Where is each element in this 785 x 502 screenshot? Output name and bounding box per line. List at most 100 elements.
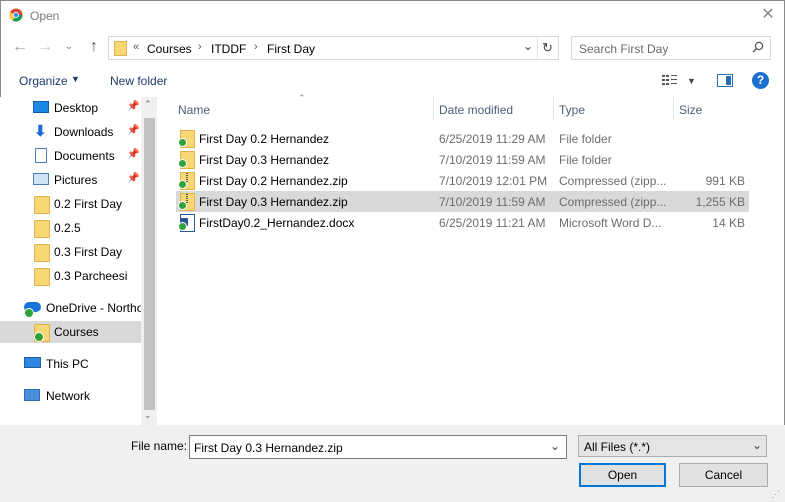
chrome-icon (9, 8, 23, 22)
close-icon[interactable]: ✕ (757, 4, 779, 26)
search-input[interactable]: Search First Day (579, 42, 668, 56)
column-header-date[interactable]: Date modified (439, 103, 513, 117)
view-chevron-icon[interactable]: ▼ (687, 76, 696, 86)
resize-grip-icon[interactable]: ⋰ (771, 489, 780, 500)
file-list: First Day 0.2 Hernandez 6/25/2019 11:29 … (176, 128, 749, 238)
column-divider[interactable] (673, 97, 674, 121)
nav-item-label: 0.3 First Day (54, 245, 123, 259)
column-divider[interactable] (433, 97, 434, 121)
network-icon (24, 389, 40, 401)
folder-icon (34, 196, 50, 214)
help-icon[interactable]: ? (752, 72, 769, 89)
pin-icon[interactable]: 📌 (127, 125, 139, 136)
column-divider[interactable] (553, 97, 554, 121)
column-header-name[interactable]: Name (178, 103, 210, 117)
desktop-icon (33, 101, 49, 113)
nav-item-0-2-first-day[interactable]: 0.2 First Day (0, 193, 141, 215)
documents-icon (35, 148, 47, 163)
window-title: Open (30, 9, 60, 23)
file-type: Microsoft Word D... (559, 216, 662, 230)
sync-check-icon (178, 138, 187, 147)
folder-icon (34, 244, 50, 262)
file-name-value[interactable]: First Day 0.3 Hernandez.zip (194, 441, 343, 455)
file-date: 7/10/2019 11:59 AM (439, 153, 546, 167)
sync-check-icon (178, 159, 187, 168)
breadcrumb-courses[interactable]: Courses (147, 42, 192, 56)
pc-icon (24, 357, 41, 368)
file-row[interactable]: FirstDay0.2_Hernandez.docx 6/25/2019 11:… (176, 212, 749, 233)
nav-item-label: 0.2 First Day (54, 197, 123, 211)
nav-item-label: Pictures (54, 173, 98, 187)
column-header-type[interactable]: Type (559, 103, 585, 117)
nav-item-courses[interactable]: Courses (0, 321, 141, 343)
nav-item-label: Documents (54, 149, 115, 163)
nav-item-pictures[interactable]: Pictures 📌 (0, 169, 141, 191)
address-bar[interactable]: « Courses › ITDDF › First Day ⌄ ↻ (108, 36, 559, 60)
navigation-pane: Desktop 📌 ⬇ Downloads 📌 Documents 📌 Pict… (0, 97, 141, 425)
file-row-selected[interactable]: First Day 0.3 Hernandez.zip 7/10/2019 11… (176, 191, 749, 212)
pin-icon[interactable]: 📌 (127, 101, 139, 112)
forward-arrow-icon[interactable]: → (35, 37, 55, 57)
file-name: First Day 0.2 Hernandez.zip (199, 174, 348, 188)
scroll-down-icon[interactable]: ⌄ (144, 410, 152, 421)
organize-chevron-icon[interactable]: ▼ (71, 74, 80, 84)
file-name: FirstDay0.2_Hernandez.docx (199, 216, 355, 230)
sync-check-icon (34, 332, 44, 342)
nav-item-0-2-5[interactable]: 0.2.5 (0, 217, 141, 239)
open-button[interactable]: Open (579, 463, 666, 487)
file-type: Compressed (zipp... (559, 174, 667, 188)
file-type-filter[interactable]: All Files (*.*) ⌄ (578, 435, 767, 457)
file-name: First Day 0.3 Hernandez (199, 153, 330, 167)
file-name-input[interactable]: First Day 0.3 Hernandez.zip ⌄ (189, 435, 567, 459)
nav-item-downloads[interactable]: ⬇ Downloads 📌 (0, 121, 141, 143)
nav-item-label: Courses (54, 325, 99, 339)
filter-dropdown-icon[interactable]: ⌄ (752, 438, 762, 452)
file-name-dropdown-icon[interactable]: ⌄ (550, 439, 560, 453)
up-arrow-icon[interactable]: ↑ (84, 37, 104, 57)
refresh-icon[interactable]: ↻ (537, 37, 557, 59)
breadcrumb-first-day[interactable]: First Day (267, 42, 315, 56)
file-date: 6/25/2019 11:21 AM (439, 216, 546, 230)
nav-item-label: Network (46, 389, 91, 403)
new-folder-button[interactable]: New folder (110, 74, 167, 88)
nav-item-0-3-first-day[interactable]: 0.3 First Day (0, 241, 141, 263)
nav-item-this-pc[interactable]: This PC (0, 353, 141, 375)
view-options-icon[interactable] (662, 73, 678, 90)
search-icon[interactable] (752, 41, 764, 56)
address-overflow[interactable]: « (133, 41, 139, 53)
nav-item-documents[interactable]: Documents 📌 (0, 145, 141, 167)
search-box[interactable]: Search First Day (571, 36, 771, 60)
back-arrow-icon[interactable]: ← (10, 37, 30, 57)
nav-item-network[interactable]: Network (0, 385, 141, 407)
scroll-up-icon[interactable]: ⌃ (144, 99, 152, 110)
recent-locations-chevron-icon[interactable]: ⌄ (62, 37, 76, 57)
chevron-right-icon[interactable]: › (198, 41, 202, 53)
pin-icon[interactable]: 📌 (127, 173, 139, 184)
file-date: 7/10/2019 11:59 AM (439, 195, 546, 209)
nav-item-0-3-parcheesi[interactable]: 0.3 Parcheesi (0, 265, 141, 287)
cancel-button[interactable]: Cancel (679, 463, 768, 487)
nav-item-label: OneDrive - Northo (46, 301, 141, 315)
scrollbar-thumb[interactable] (144, 118, 155, 410)
column-header-size[interactable]: Size (679, 103, 702, 117)
nav-item-onedrive[interactable]: OneDrive - Northo (0, 297, 141, 319)
nav-item-label: Downloads (54, 125, 114, 139)
folder-icon (34, 268, 50, 286)
sync-check-icon (178, 201, 187, 210)
file-row[interactable]: First Day 0.2 Hernandez.zip 7/10/2019 12… (176, 170, 749, 191)
address-dropdown-chevron-icon[interactable]: ⌄ (523, 39, 533, 53)
nav-item-label: Desktop (54, 101, 99, 115)
pin-icon[interactable]: 📌 (127, 149, 139, 160)
breadcrumb-itddf[interactable]: ITDDF (211, 42, 246, 56)
nav-item-desktop[interactable]: Desktop 📌 (0, 97, 141, 119)
file-type-filter-value[interactable]: All Files (*.*) (584, 440, 650, 454)
file-name-label: File name: (131, 439, 188, 453)
preview-pane-icon[interactable] (717, 74, 733, 87)
chevron-right-icon[interactable]: › (254, 41, 258, 53)
file-size: 991 KB (705, 174, 745, 188)
file-row[interactable]: First Day 0.3 Hernandez 7/10/2019 11:59 … (176, 149, 749, 170)
file-row[interactable]: First Day 0.2 Hernandez 6/25/2019 11:29 … (176, 128, 749, 149)
folder-icon (34, 220, 50, 238)
organize-menu[interactable]: Organize (19, 74, 68, 88)
nav-item-label: 0.3 Parcheesi (54, 269, 128, 283)
